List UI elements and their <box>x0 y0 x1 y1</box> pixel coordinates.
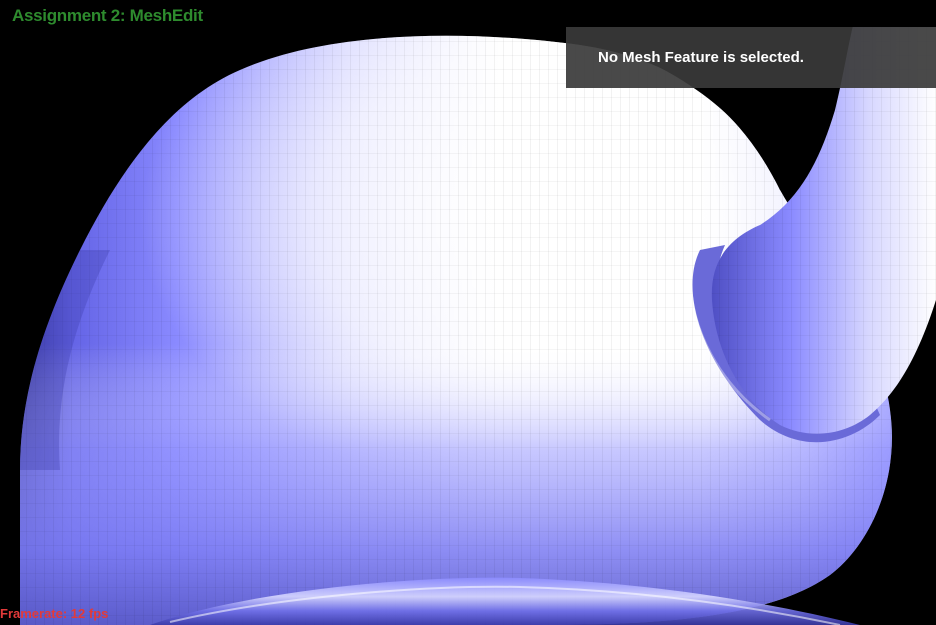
mesh-viewport[interactable] <box>0 0 936 625</box>
app-title: Assignment 2: MeshEdit <box>12 6 203 25</box>
selection-status-text: No Mesh Feature is selected. <box>598 49 804 66</box>
selection-info-panel: No Mesh Feature is selected. <box>566 27 936 88</box>
framerate-readout: Framerate: 12 fps <box>0 606 109 621</box>
